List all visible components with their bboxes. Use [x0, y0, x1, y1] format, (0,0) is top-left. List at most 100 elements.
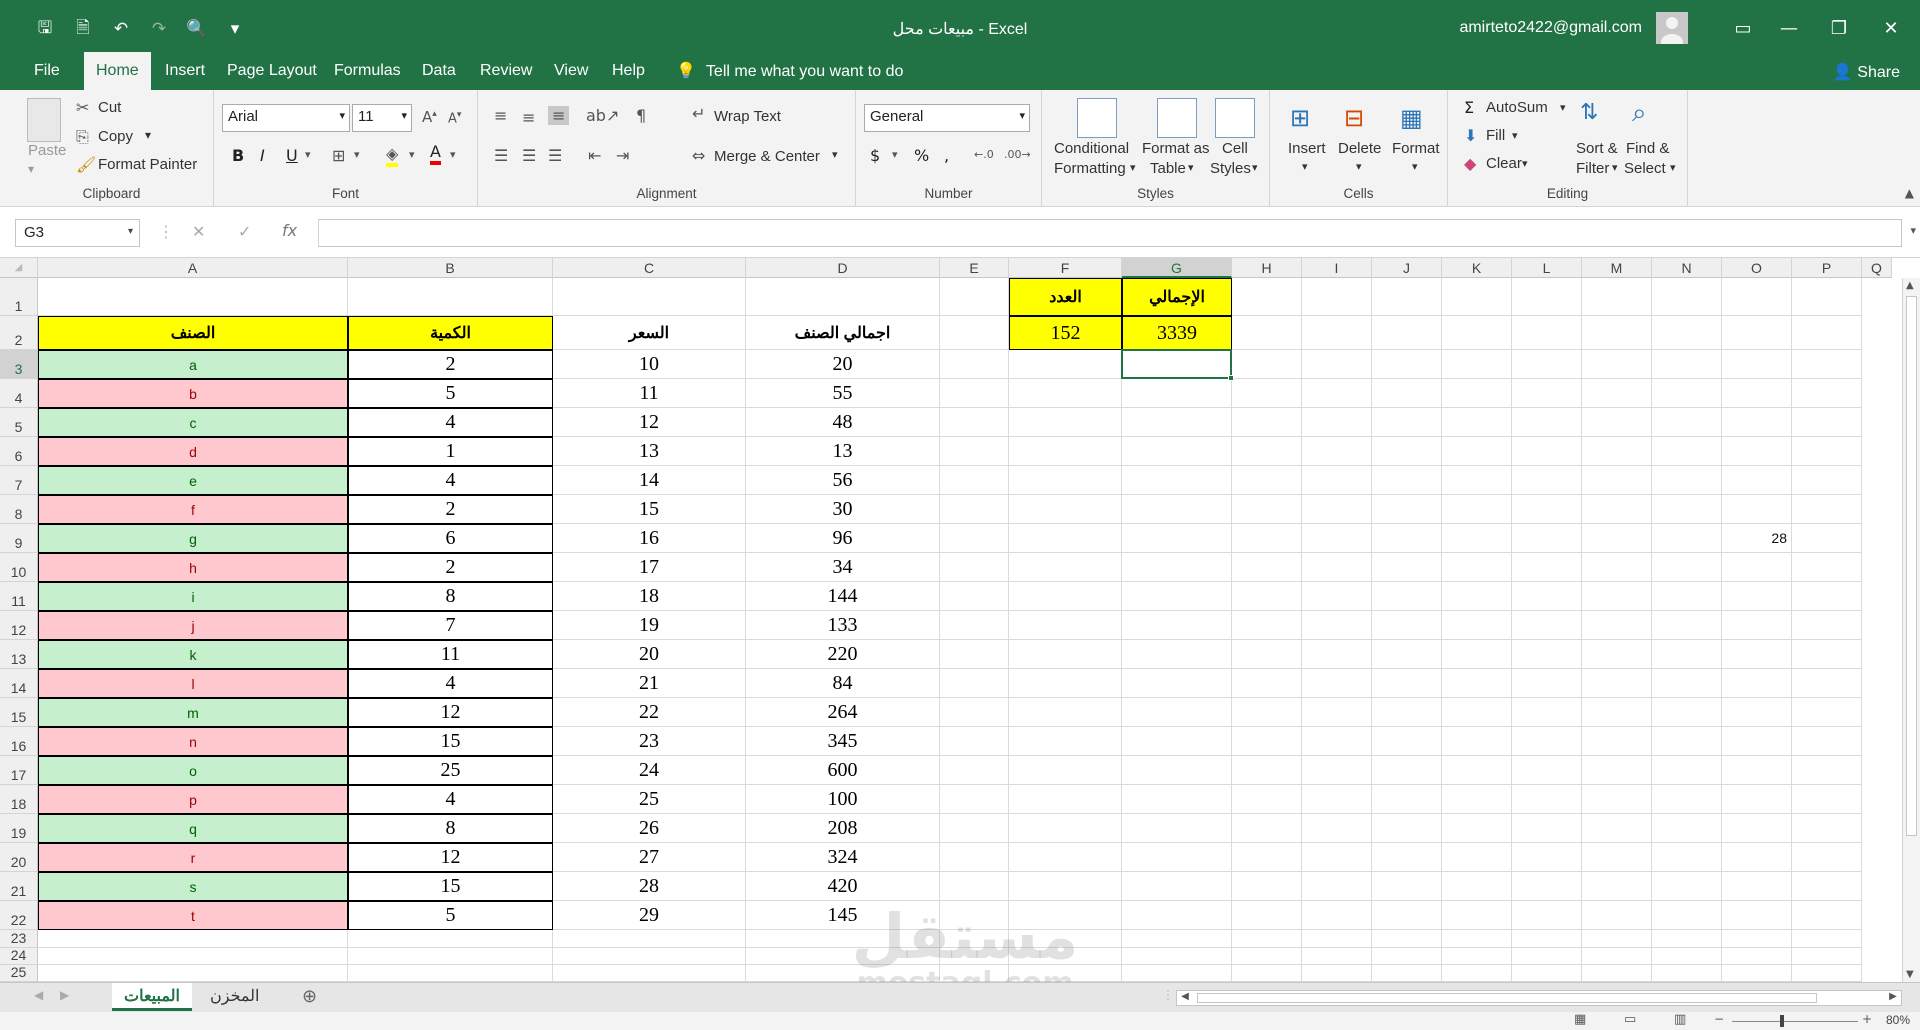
grid-cell[interactable]: [1652, 437, 1722, 466]
grid-cell[interactable]: [1582, 611, 1652, 640]
grid-cell[interactable]: [1512, 872, 1582, 901]
grid-cell[interactable]: [1652, 316, 1722, 350]
item-total-cell[interactable]: 145: [746, 901, 940, 930]
grid-cell[interactable]: [1232, 814, 1302, 843]
grid-cell[interactable]: [1512, 965, 1582, 982]
grid-cell[interactable]: [1722, 698, 1792, 727]
grid-cell[interactable]: [1372, 278, 1442, 316]
bold-icon[interactable]: B: [232, 146, 244, 165]
grid-cell[interactable]: [1009, 843, 1122, 872]
grid-cell[interactable]: [1009, 669, 1122, 698]
grid-cell[interactable]: [1722, 316, 1792, 350]
grid-cell[interactable]: [1232, 785, 1302, 814]
percent-icon[interactable]: %: [914, 146, 929, 165]
grid-cell[interactable]: [38, 965, 348, 982]
grid-cell[interactable]: [1792, 408, 1862, 437]
row-header-11[interactable]: 11: [0, 582, 38, 611]
grid-cell[interactable]: [1652, 582, 1722, 611]
item-cell[interactable]: i: [38, 582, 348, 611]
grid-cell[interactable]: [1302, 669, 1372, 698]
row-header-3[interactable]: 3: [0, 350, 38, 379]
copy-button[interactable]: Copy: [98, 128, 133, 145]
grid-cell[interactable]: [1722, 965, 1792, 982]
item-cell[interactable]: o: [38, 756, 348, 785]
grid-cell[interactable]: [940, 379, 1009, 408]
grid-cell[interactable]: [1442, 466, 1512, 495]
price-cell[interactable]: 15: [553, 495, 746, 524]
grid-cell[interactable]: [1582, 553, 1652, 582]
grid-cell[interactable]: [1652, 350, 1722, 379]
grid-cell[interactable]: [1722, 669, 1792, 698]
item-total-cell[interactable]: 48: [746, 408, 940, 437]
price-cell[interactable]: 13: [553, 437, 746, 466]
underline-dropdown-icon[interactable]: ▾: [305, 148, 311, 161]
grid-cell[interactable]: [1652, 669, 1722, 698]
shrink-font-icon[interactable]: A▾: [448, 110, 461, 126]
item-total-cell[interactable]: 420: [746, 872, 940, 901]
grid-cell[interactable]: [1792, 727, 1862, 756]
grid-cell[interactable]: [1792, 785, 1862, 814]
grid-cell[interactable]: [1372, 379, 1442, 408]
conditional-formatting-button-line2[interactable]: Formatting: [1054, 160, 1126, 177]
grid-cell[interactable]: [1442, 965, 1512, 982]
copy-dropdown-icon[interactable]: ▾: [145, 128, 151, 142]
grid-cell[interactable]: [940, 872, 1009, 901]
grid-cell[interactable]: [940, 930, 1009, 948]
column-header-k[interactable]: K: [1442, 258, 1512, 278]
grid-cell[interactable]: [1582, 582, 1652, 611]
grid-cell[interactable]: [1442, 756, 1512, 785]
zoom-slider-thumb[interactable]: [1780, 1015, 1784, 1027]
grid-cell[interactable]: [1792, 582, 1862, 611]
grid-cell[interactable]: [1009, 965, 1122, 982]
worksheet-grid[interactable]: ◢ A B C D E F G H I J K L M N O P Q 1 2 3 4 5 6 7 8 9 10 11 12 13 14 15 1…: [0, 258, 1920, 982]
merge-dropdown-icon[interactable]: ▾: [832, 148, 838, 161]
grid-cell[interactable]: [1512, 316, 1582, 350]
grid-cell[interactable]: [1442, 948, 1512, 965]
grid-cell[interactable]: [1582, 843, 1652, 872]
grid-cell[interactable]: [1122, 379, 1232, 408]
grid-cell[interactable]: [1582, 901, 1652, 930]
price-cell[interactable]: 11: [553, 379, 746, 408]
grid-cell[interactable]: [1442, 408, 1512, 437]
grid-cell[interactable]: [1302, 582, 1372, 611]
grid-cell[interactable]: [1722, 611, 1792, 640]
grid-cell[interactable]: [1652, 814, 1722, 843]
grid-cell[interactable]: [1442, 901, 1512, 930]
grid-cell[interactable]: [1652, 553, 1722, 582]
price-cell[interactable]: 24: [553, 756, 746, 785]
grid-cell[interactable]: [1232, 524, 1302, 553]
grid-cell[interactable]: [940, 316, 1009, 350]
grid-cell[interactable]: [1792, 316, 1862, 350]
increase-decimal-icon[interactable]: ←.0: [974, 148, 994, 161]
horizontal-scroll-thumb[interactable]: [1197, 993, 1817, 1003]
grid-cell[interactable]: [1232, 965, 1302, 982]
minimize-icon[interactable]: —: [1766, 14, 1812, 42]
grid-cell[interactable]: [1582, 524, 1652, 553]
grid-cell[interactable]: [1652, 872, 1722, 901]
grid-cell[interactable]: [1652, 843, 1722, 872]
grid-cell[interactable]: [1302, 408, 1372, 437]
tab-insert[interactable]: Insert: [153, 52, 217, 90]
format-as-table-button[interactable]: Format as: [1142, 140, 1210, 157]
column-header-a[interactable]: A: [38, 258, 348, 278]
number-format-select[interactable]: General ▾: [864, 104, 1030, 132]
grid-cell[interactable]: [1232, 901, 1302, 930]
cancel-formula-icon[interactable]: ✕: [192, 222, 205, 241]
price-cell[interactable]: 10: [553, 350, 746, 379]
grid-cell[interactable]: [1372, 727, 1442, 756]
quantity-cell[interactable]: 4: [348, 785, 553, 814]
item-total-cell[interactable]: 30: [746, 495, 940, 524]
grid-cell[interactable]: [940, 408, 1009, 437]
price-cell[interactable]: 25: [553, 785, 746, 814]
grid-cell[interactable]: [348, 948, 553, 965]
grid-cell[interactable]: [746, 278, 940, 316]
align-top-icon[interactable]: ≡: [494, 106, 507, 125]
grid-cell[interactable]: [1722, 785, 1792, 814]
grid-cell[interactable]: [1652, 930, 1722, 948]
grid-cell[interactable]: [1302, 495, 1372, 524]
grid-cell[interactable]: [1792, 965, 1862, 982]
grid-cell[interactable]: [1582, 698, 1652, 727]
grid-cell[interactable]: [1652, 785, 1722, 814]
autosum-button[interactable]: AutoSum: [1486, 99, 1548, 116]
grid-cell[interactable]: [1722, 901, 1792, 930]
